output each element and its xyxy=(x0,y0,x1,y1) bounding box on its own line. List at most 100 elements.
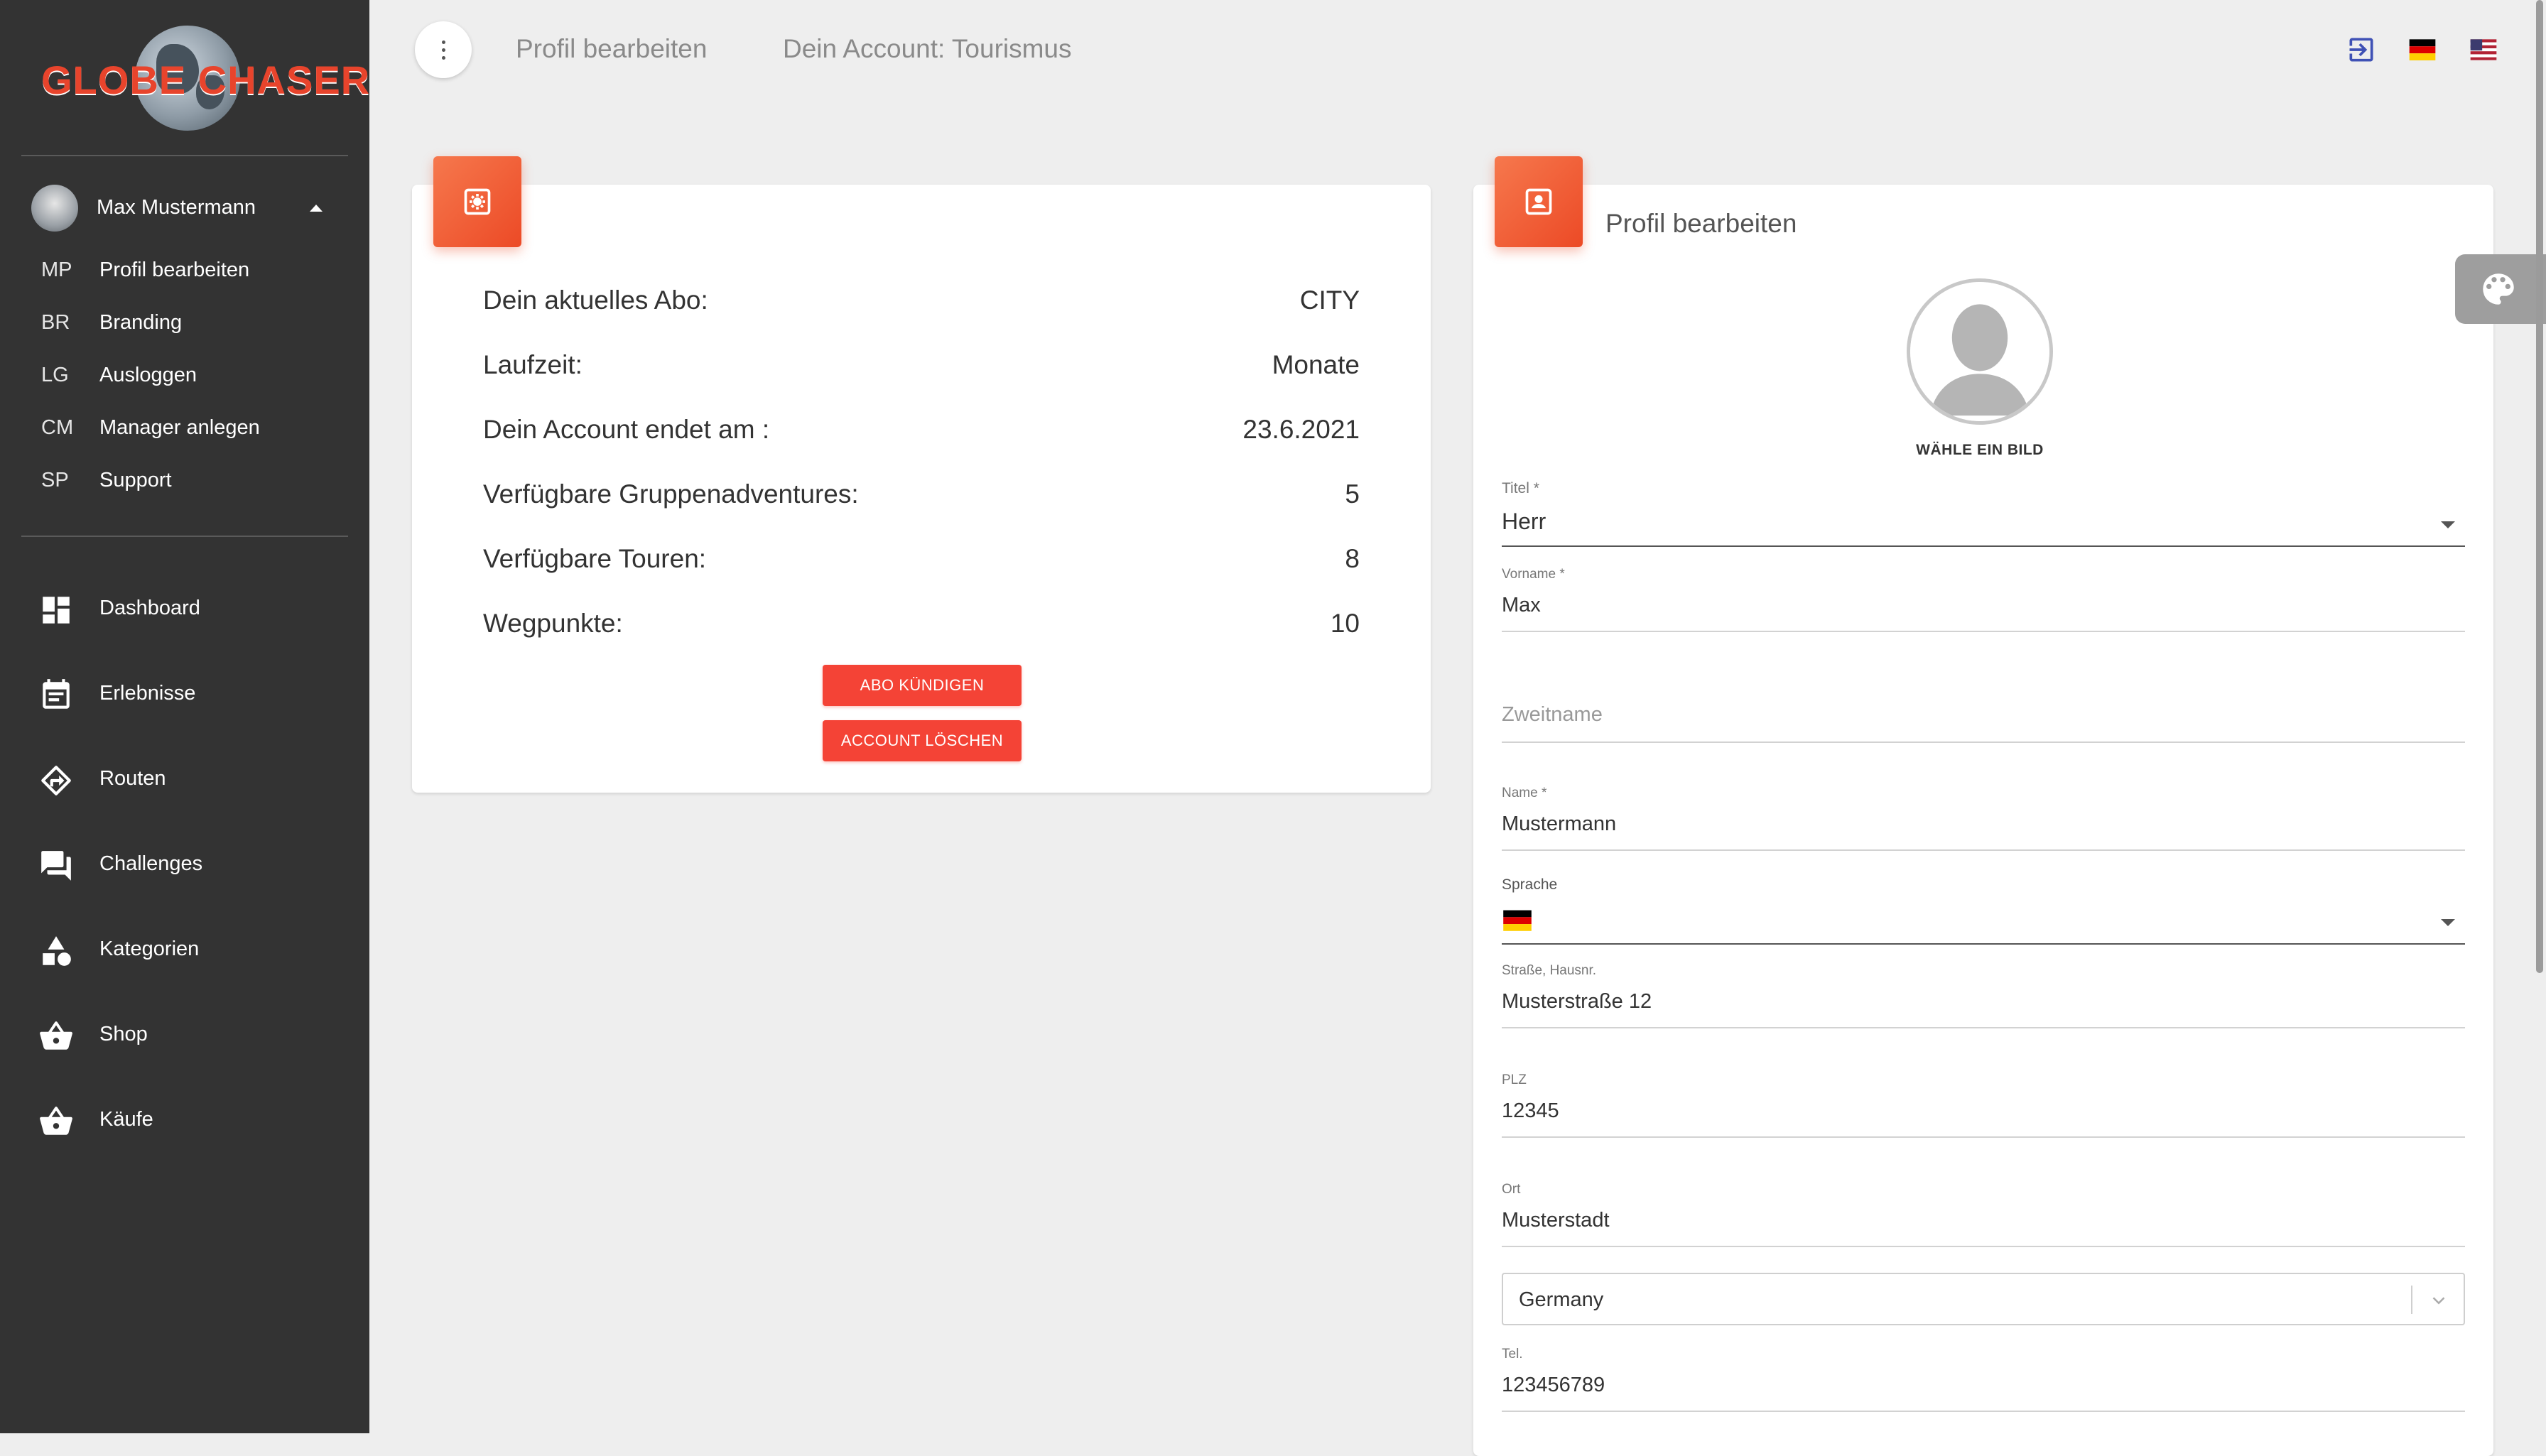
abo-value: 8 xyxy=(1345,544,1360,573)
titel-select[interactable]: Titel * Herr xyxy=(1502,480,2465,548)
nav-label: Challenges xyxy=(99,852,203,875)
abo-value: 23.6.2021 xyxy=(1242,415,1360,444)
nav-label: Shop xyxy=(99,1023,148,1045)
subitem-abbr: MP xyxy=(41,259,72,281)
abo-value: 5 xyxy=(1345,479,1360,509)
ort-field[interactable]: Ort Musterstadt xyxy=(1502,1182,2465,1249)
vorname-value: Max xyxy=(1502,594,1541,616)
forum-icon xyxy=(41,851,71,881)
name-value: Mustermann xyxy=(1502,813,1617,835)
breadcrumb-profil-bearbeiten[interactable]: Profil bearbeiten xyxy=(516,34,707,64)
profile-title: Profil bearbeiten xyxy=(1605,209,1797,238)
zweitname-placeholder: Zweitname xyxy=(1502,703,1603,726)
breadcrumb-account: Dein Account: Tourismus xyxy=(783,34,1072,63)
subscription-card: Dein aktuelles Abo: CITY Laufzeit: Monat… xyxy=(412,156,1431,793)
abo-label: Verfügbare Gruppenadventures: xyxy=(483,479,859,509)
contact-card-icon xyxy=(1525,188,1552,215)
calendar-icon xyxy=(43,679,70,709)
select-separator xyxy=(2411,1286,2412,1314)
user-menu-toggle[interactable]: Max Mustermann xyxy=(31,183,330,233)
globe-chaser-logo[interactable]: GLOBE CHASER xyxy=(41,26,369,132)
choose-photo-link[interactable]: WÄHLE EIN BILD xyxy=(1871,442,2089,459)
plz-field[interactable]: PLZ 12345 xyxy=(1502,1072,2465,1139)
field-underline xyxy=(1502,943,2465,945)
theme-settings-tab[interactable] xyxy=(2455,254,2546,324)
sidebar-item-kaeufe[interactable]: Käufe xyxy=(38,1091,351,1148)
more-menu-button[interactable] xyxy=(415,21,472,78)
logout-icon[interactable] xyxy=(2346,34,2377,65)
abo-row-laufzeit: Laufzeit: Monate xyxy=(483,342,1360,384)
sidebar-subitem-support[interactable]: SP Support xyxy=(41,462,340,497)
chevron-down-icon xyxy=(2441,521,2455,528)
subitem-abbr: CM xyxy=(41,416,74,439)
titel-value: Herr xyxy=(1502,509,1546,534)
sprache-label: Sprache xyxy=(1502,876,1558,893)
sidebar-item-shop[interactable]: Shop xyxy=(38,1006,351,1063)
country-value: Germany xyxy=(1519,1288,1604,1311)
plz-label: PLZ xyxy=(1502,1072,1527,1087)
subitem-abbr: SP xyxy=(41,469,69,491)
category-icon xyxy=(43,936,71,966)
abo-label: Dein aktuelles Abo: xyxy=(483,286,708,315)
abo-value: Monate xyxy=(1272,350,1360,379)
sidebar-divider-bottom xyxy=(21,536,348,537)
country-select[interactable]: Germany xyxy=(1502,1273,2465,1325)
flag-de-icon xyxy=(1503,910,1532,931)
subitem-label: Ausloggen xyxy=(99,364,197,386)
delete-account-button[interactable]: ACCOUNT LÖSCHEN xyxy=(823,720,1022,761)
cancel-subscription-button[interactable]: ABO KÜNDIGEN xyxy=(823,665,1022,706)
abo-label: Wegpunkte: xyxy=(483,609,623,638)
ort-value: Musterstadt xyxy=(1502,1209,1610,1232)
nav-label: Erlebnisse xyxy=(99,682,196,705)
zweitname-field[interactable]: Zweitname xyxy=(1502,703,2465,743)
sidebar-subitem-ausloggen[interactable]: LG Ausloggen xyxy=(41,357,340,392)
sidebar-subitem-branding[interactable]: BR Branding xyxy=(41,304,340,339)
subitem-label: Manager anlegen xyxy=(99,416,260,439)
flag-us-icon[interactable] xyxy=(2468,34,2499,65)
name-label: Name * xyxy=(1502,786,1547,800)
subitem-label: Support xyxy=(99,469,172,491)
strasse-field[interactable]: Straße, Hausnr. Musterstraße 12 xyxy=(1502,963,2465,1028)
nav-label: Routen xyxy=(99,767,166,790)
subitem-abbr: LG xyxy=(41,364,69,386)
directions-icon xyxy=(41,766,71,795)
plz-value: 12345 xyxy=(1502,1099,1559,1122)
vorname-field[interactable]: Vorname * Max xyxy=(1502,567,2465,634)
gear-icon xyxy=(464,188,491,215)
field-underline xyxy=(1502,545,2465,547)
settings-badge xyxy=(433,156,521,247)
strasse-label: Straße, Hausnr. xyxy=(1502,963,1597,978)
nav-label: Käufe xyxy=(99,1108,153,1131)
tel-field[interactable]: Tel. 123456789 xyxy=(1502,1347,2465,1413)
sidebar-subitem-profil-bearbeiten[interactable]: MP Profil bearbeiten xyxy=(41,251,340,287)
logo-text: GLOBE CHASER xyxy=(41,58,371,102)
sidebar-item-kategorien[interactable]: Kategorien xyxy=(38,920,351,977)
abo-value: CITY xyxy=(1299,286,1360,315)
scrollbar[interactable] xyxy=(2536,0,2543,973)
caret-up-icon xyxy=(310,205,323,212)
tel-label: Tel. xyxy=(1502,1347,1523,1362)
subitem-label: Profil bearbeiten xyxy=(99,259,250,281)
vorname-label: Vorname * xyxy=(1502,567,1565,582)
sidebar-item-dashboard[interactable]: Dashboard xyxy=(38,580,351,636)
subitem-abbr: BR xyxy=(41,311,70,334)
basket-icon xyxy=(40,1021,72,1050)
flag-de-icon[interactable] xyxy=(2407,34,2438,65)
name-field[interactable]: Name * Mustermann xyxy=(1502,786,2465,852)
abo-label: Laufzeit: xyxy=(483,350,583,379)
palette-icon xyxy=(2483,273,2514,305)
nav-label: Kategorien xyxy=(99,938,200,960)
field-underline xyxy=(1502,1136,2465,1138)
sidebar-item-routen[interactable]: Routen xyxy=(38,750,351,807)
basket-icon xyxy=(40,1107,72,1135)
abo-label: Dein Account endet am : xyxy=(483,415,770,444)
sidebar-item-erlebnisse[interactable]: Erlebnisse xyxy=(38,665,351,722)
sprache-select[interactable]: Sprache xyxy=(1502,876,2465,945)
sidebar-subitem-manager-anlegen[interactable]: CM Manager anlegen xyxy=(41,409,340,445)
sidebar-item-challenges[interactable]: Challenges xyxy=(38,835,351,892)
abo-label: Verfügbare Touren: xyxy=(483,544,707,573)
strasse-value: Musterstraße 12 xyxy=(1502,990,1652,1013)
profile-photo-picker[interactable] xyxy=(1907,278,2053,425)
dot xyxy=(442,48,445,52)
sidebar: GLOBE CHASER Max Mustermann MP Profil be… xyxy=(0,0,369,1433)
